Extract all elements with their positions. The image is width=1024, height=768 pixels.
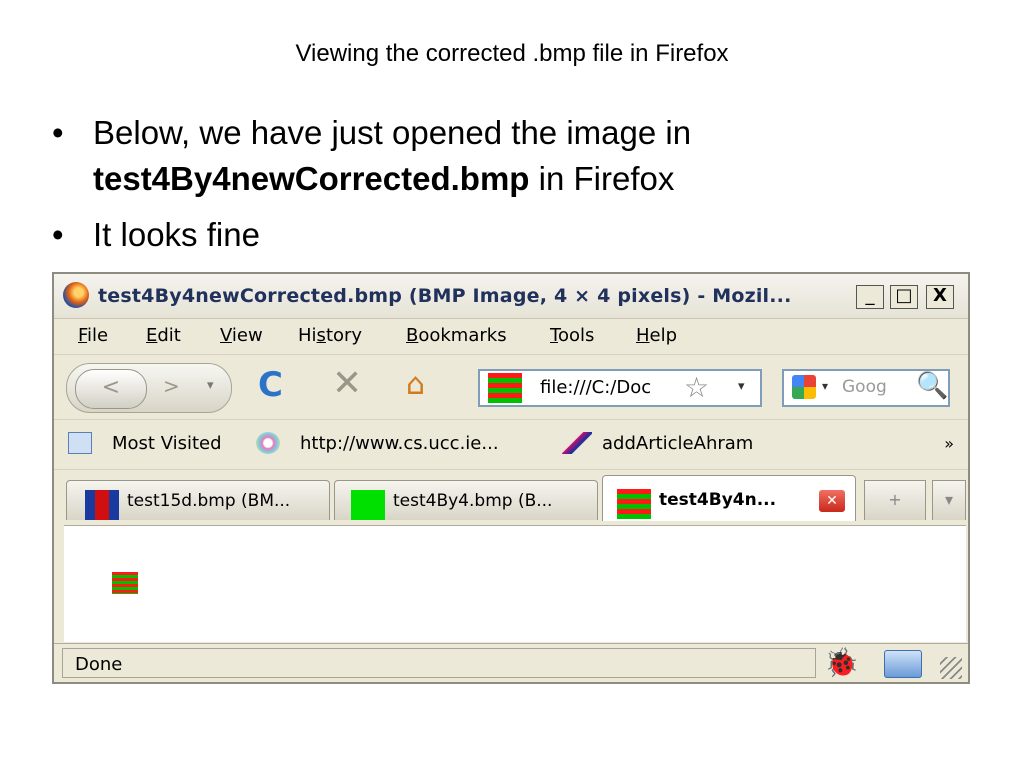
menu-tools-key: T — [550, 325, 558, 346]
forward-button[interactable]: > — [163, 374, 180, 398]
magnifier-icon[interactable]: 🔍 — [916, 371, 948, 401]
bullet-list: • Below, we have just opened the image i… — [52, 110, 893, 258]
menu-history[interactable]: History — [298, 325, 362, 346]
tab-label: test4By4n... — [659, 490, 777, 510]
reload-icon[interactable]: C — [258, 365, 283, 405]
menu-view[interactable]: View — [220, 325, 263, 346]
menu-help[interactable]: Help — [636, 325, 677, 346]
bullet-text-tail: in Firefox — [529, 160, 675, 197]
status-bar: Done 🐞 — [54, 643, 968, 683]
bookmarks-toolbar: Most Visited http://www.cs.ucc.ie... add… — [54, 419, 968, 468]
resize-grip-icon[interactable] — [940, 657, 962, 679]
tab-test15d[interactable]: test15d.bmp (BM... — [66, 480, 330, 520]
url-bar[interactable]: file:///C:/Doc ☆ ▾ — [478, 369, 762, 407]
bookmark-cs-ucc[interactable]: http://www.cs.ucc.ie... — [300, 433, 499, 454]
url-dropdown-icon[interactable]: ▾ — [738, 379, 745, 394]
menu-history-key: s — [316, 325, 326, 346]
bmp-favicon-icon — [488, 373, 522, 403]
tab-list-button[interactable]: ▾ — [932, 480, 966, 520]
firefox-window: test4By4newCorrected.bmp (BMP Image, 4 ×… — [52, 272, 970, 684]
history-dropdown-icon[interactable]: ▾ — [207, 378, 214, 393]
menu-help-key: H — [636, 325, 650, 346]
bookmarks-overflow-icon[interactable]: » — [944, 434, 954, 453]
bullet-text: It looks fine — [93, 216, 260, 253]
navigation-toolbar: < > ▾ C ✕ ⌂ file:///C:/Doc ☆ ▾ ▾ Goog 🔍 — [54, 354, 968, 417]
most-visited-icon — [68, 432, 92, 454]
menu-edit-key: E — [146, 325, 158, 346]
menu-edit-label: dit — [157, 325, 181, 346]
menu-history-pre: Hi — [298, 325, 317, 346]
bullet-looks-fine: • It looks fine — [52, 212, 893, 258]
title-bar[interactable]: test4By4newCorrected.bmp (BMP Image, 4 ×… — [54, 274, 968, 319]
bmp-image — [112, 572, 138, 594]
window-title: test4By4newCorrected.bmp (BMP Image, 4 ×… — [98, 285, 792, 307]
menu-history-label: tory — [325, 325, 363, 346]
search-bar[interactable]: ▾ Goog 🔍 — [782, 369, 950, 407]
menu-view-label: iew — [231, 325, 263, 346]
tab-test4by4[interactable]: test4By4.bmp (B... — [334, 480, 598, 520]
search-engine-dropdown-icon[interactable]: ▾ — [822, 379, 828, 393]
mail-icon[interactable] — [884, 650, 922, 678]
close-button[interactable]: X — [926, 285, 954, 309]
bullet-marker: • — [52, 114, 64, 151]
menu-bar: File Edit View History Bookmarks Tools H… — [54, 319, 968, 351]
bullet-marker: • — [52, 216, 64, 253]
tab-close-icon[interactable]: ✕ — [819, 490, 845, 512]
home-icon[interactable]: ⌂ — [406, 367, 425, 402]
menu-tools-label: ools — [557, 325, 595, 346]
tab-test4by4newcorrected[interactable]: test4By4n... ✕ — [602, 475, 856, 521]
url-input[interactable]: file:///C:/Doc — [540, 377, 651, 398]
menu-edit[interactable]: Edit — [146, 325, 181, 346]
bullet-opened-image: • Below, we have just opened the image i… — [52, 110, 893, 202]
menu-bookmarks[interactable]: Bookmarks — [406, 325, 507, 346]
tab-strip: test15d.bmp (BM... test4By4.bmp (B... te… — [54, 469, 968, 522]
back-forward-group: < > ▾ — [66, 363, 232, 413]
tab-bmp-icon — [617, 489, 651, 519]
bookmark-most-visited[interactable]: Most Visited — [112, 433, 222, 454]
search-input[interactable]: Goog — [842, 377, 887, 397]
back-button[interactable]: < — [75, 369, 147, 409]
firefox-icon[interactable] — [63, 282, 89, 308]
firebug-icon[interactable]: 🐞 — [824, 646, 859, 679]
website-favicon-icon — [256, 432, 280, 454]
maximize-button[interactable]: □ — [890, 285, 918, 309]
slide-title: Viewing the corrected .bmp file in Firef… — [295, 40, 729, 67]
tab-label: test15d.bmp (BM... — [127, 491, 291, 511]
new-tab-button[interactable]: + — [864, 480, 926, 520]
status-field: Done — [62, 648, 816, 678]
menu-help-label: elp — [649, 325, 678, 346]
menu-bookmarks-label: ookmarks — [418, 325, 507, 346]
tab-bmp-icon — [85, 490, 119, 520]
menu-file-key: F — [78, 325, 88, 346]
tab-bmp-icon — [351, 490, 385, 520]
menu-view-key: V — [220, 325, 232, 346]
stop-icon[interactable]: ✕ — [332, 363, 362, 404]
bookmark-star-icon[interactable]: ☆ — [684, 371, 709, 404]
tab-label: test4By4.bmp (B... — [393, 491, 553, 511]
menu-bookmarks-key: B — [406, 325, 419, 346]
minimize-button[interactable]: _ — [856, 285, 884, 309]
feather-icon — [562, 432, 592, 454]
bookmark-add-article-ahram[interactable]: addArticleAhram — [602, 433, 753, 454]
menu-tools[interactable]: Tools — [550, 325, 594, 346]
bullet-filename: test4By4newCorrected.bmp — [93, 160, 530, 197]
page-content — [64, 525, 966, 642]
menu-file-label: ile — [87, 325, 109, 346]
google-engine-icon[interactable] — [792, 375, 816, 399]
menu-file[interactable]: File — [78, 325, 108, 346]
bullet-text-lead: Below, we have just opened the image in — [93, 114, 692, 151]
status-text: Done — [75, 654, 123, 675]
